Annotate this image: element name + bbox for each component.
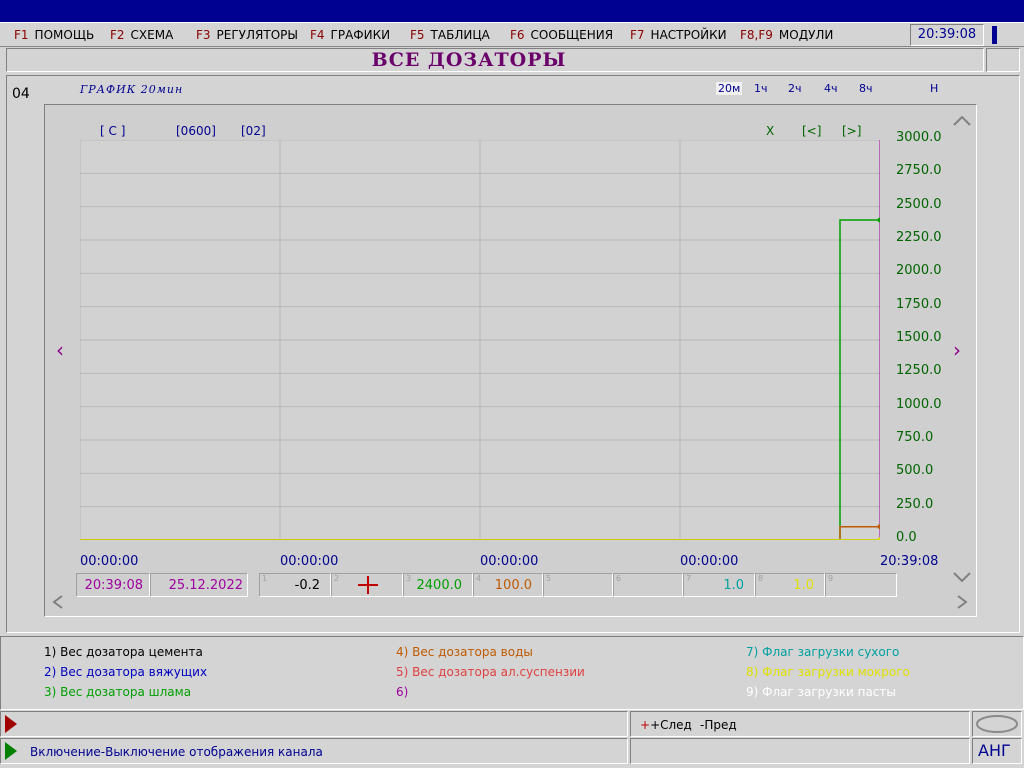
next-button[interactable]: ++След [640, 718, 692, 732]
channel-number: 9 [828, 574, 834, 583]
alarm-triangle-icon [5, 715, 17, 733]
y-tick-label: 250.0 [896, 496, 934, 512]
y-tick-label: 2500.0 [896, 196, 942, 212]
x-tick-label: 00:00:00 [480, 554, 539, 569]
y-tick-label: 1250.0 [896, 363, 942, 379]
status-message: Включение-Выключение отображения канала [30, 745, 323, 759]
menu-modules[interactable]: F8,F9 МОДУЛИ [740, 28, 833, 42]
y-tick-label: 0.0 [896, 530, 917, 545]
page-right-icon[interactable] [954, 594, 970, 610]
menu-settings[interactable]: F7 НАСТРОЙКИ [630, 28, 727, 42]
x-tick-label: 00:00:00 [680, 554, 739, 569]
channel-value-cell: 6 [613, 573, 683, 597]
chart-prev-button[interactable]: [<] [802, 124, 821, 138]
scroll-right-icon[interactable]: › [953, 338, 961, 362]
legend-item[interactable]: 8) Флаг загрузки мокрого [746, 665, 910, 679]
y-tick-label: 1500.0 [896, 330, 942, 345]
x-tick-label: 20:39:08 [880, 554, 939, 569]
language-button[interactable]: АНГ [978, 741, 1011, 760]
cursor-date: 25.12.2022 [150, 573, 248, 597]
menu-regulators[interactable]: F3 РЕГУЛЯТОРЫ [196, 28, 298, 42]
header-aux-panel [986, 48, 1020, 72]
channel-number: 3 [406, 574, 412, 583]
channel-number: 1 [262, 574, 268, 583]
menu-help[interactable]: F1 ПОМОЩЬ [14, 28, 94, 42]
range-4h-button[interactable]: 4ч [822, 82, 840, 95]
channel-value: 1.0 [793, 578, 814, 593]
y-tick-label: 750.0 [896, 430, 934, 445]
legend-item[interactable]: 7) Флаг загрузки сухого [746, 645, 899, 659]
range-n-button[interactable]: Н [928, 82, 940, 95]
y-tick-label: 2250.0 [896, 230, 942, 245]
clock: 20:39:08 [910, 24, 984, 46]
y-tick-label: 500.0 [896, 463, 934, 479]
legend-item[interactable]: 9) Флаг загрузки пасты [746, 685, 896, 699]
range-2h-button[interactable]: 2ч [786, 82, 804, 95]
range-20m-button[interactable]: 20м [716, 82, 743, 95]
chart-tag-02[interactable]: [02] [241, 124, 266, 138]
channel-value-cell: 7 1.0 [683, 573, 755, 597]
acknowledge-icon[interactable] [974, 713, 1020, 735]
prev-button[interactable]: -Пред [700, 718, 737, 732]
crosshair-icon [358, 576, 378, 594]
x-tick-label: 00:00:00 [80, 554, 139, 569]
channel-value-cell: 8 1.0 [755, 573, 825, 597]
x-tick-label: 00:00:00 [280, 554, 339, 569]
menu-graphs[interactable]: F4 ГРАФИКИ [310, 28, 390, 42]
channel-number: 6 [616, 574, 622, 583]
legend-item[interactable]: 1) Вес дозатора цемента [44, 645, 203, 659]
scroll-up-icon[interactable] [952, 113, 972, 127]
y-tick-label: 2000.0 [896, 263, 942, 279]
channel-value-cell: 4 100.0 [473, 573, 543, 597]
chart-tag-c[interactable]: [ С ] [100, 124, 125, 138]
indicator-bar [992, 26, 997, 44]
page-title: ВСЕ ДОЗАТОРЫ [371, 49, 567, 71]
page-left-icon[interactable] [50, 594, 66, 610]
y-tick-label: 2750.0 [896, 163, 942, 179]
chart-plot [80, 140, 880, 540]
menu-bar: F1 ПОМОЩЬ F2 СХЕМА F3 РЕГУЛЯТОРЫ F4 ГРАФИКИ … [0, 22, 1024, 47]
channel-value: 100.0 [494, 578, 532, 593]
range-8h-button[interactable]: 8ч [857, 82, 875, 95]
panel-number: 04 [12, 86, 30, 102]
legend-item[interactable]: 6) [396, 685, 408, 699]
channel-value-cell: 9 [825, 573, 897, 597]
channel-value-cell: 1 -0.2 [259, 573, 331, 597]
channel-number: 7 [686, 574, 692, 583]
menu-messages[interactable]: F6 СООБЩЕНИЯ [510, 28, 613, 42]
channel-value-cell: 3 2400.0 [403, 573, 473, 597]
channel-value: 1.0 [723, 578, 744, 593]
title-bar [0, 0, 1024, 22]
channel-number: 2 [334, 574, 340, 583]
y-tick-label: 3000.0 [896, 130, 942, 145]
aux-panel [630, 738, 970, 764]
menu-table[interactable]: F5 ТАБЛИЦА [410, 28, 490, 42]
message-bar-1 [0, 711, 628, 737]
legend-item[interactable]: 5) Вес дозатора ал.суспензии [396, 665, 585, 679]
legend-item[interactable]: 4) Вес дозатора воды [396, 645, 533, 659]
y-tick-label: 1750.0 [896, 296, 942, 312]
cursor-time: 20:39:08 [76, 573, 150, 597]
channel-value-cell: 5 [543, 573, 613, 597]
scroll-down-icon[interactable] [952, 571, 972, 585]
y-tick-label: 1000.0 [896, 396, 942, 412]
legend-item[interactable]: 2) Вес дозатора вяжущих [44, 665, 207, 679]
legend-item[interactable]: 3) Вес дозатора шлама [44, 685, 191, 699]
chart-x-button[interactable]: X [766, 124, 774, 138]
chart-tag-0600[interactable]: [0600] [176, 124, 216, 138]
channel-value: 2400.0 [416, 578, 463, 593]
channel-number: 5 [546, 574, 552, 583]
menu-scheme[interactable]: F2 СХЕМА [110, 28, 173, 42]
channel-number: 8 [758, 574, 764, 583]
info-triangle-icon [5, 742, 17, 760]
scroll-left-icon[interactable]: ‹ [56, 338, 64, 362]
channel-value: -0.2 [294, 578, 320, 593]
range-1h-button[interactable]: 1ч [752, 82, 770, 95]
channel-number: 4 [476, 574, 482, 583]
chart-next-button[interactable]: [>] [842, 124, 861, 138]
graph-label: ГРАФИК 20мин [80, 83, 184, 96]
